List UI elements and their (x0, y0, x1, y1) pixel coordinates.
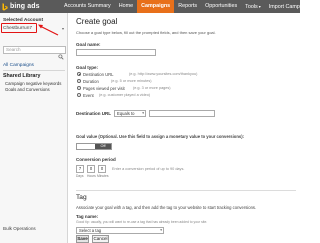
all-campaigns-link[interactable]: All Campaigns (3, 63, 34, 68)
minutes-caption: Minutes (97, 174, 109, 178)
tag-name-label: Tag name: (76, 214, 99, 219)
nav-reports[interactable]: Reports (174, 0, 201, 13)
search-placeholder: Search (6, 47, 21, 52)
conversion-period-label: Conversion period (76, 157, 116, 162)
conversion-period-hint: Enter a conversion period of up to 90 da… (112, 167, 185, 171)
nav-home[interactable]: Home (115, 0, 137, 13)
goal-type-duration-radio[interactable] (77, 79, 81, 83)
days-caption: Days (76, 174, 84, 178)
search-icon[interactable] (58, 47, 64, 60)
tag-select-value: Select a tag (79, 228, 102, 233)
destination-url-input[interactable] (149, 110, 215, 117)
sidebar-item-negative-keywords[interactable]: Campaign negative keywords (5, 81, 61, 86)
chevron-down-icon: ▾ (313, 4, 316, 9)
page-title: Create goal (76, 17, 118, 26)
main-content: Create goal Choose a goal type below, fi… (69, 13, 300, 243)
nav-campaigns[interactable]: Campaigns (137, 0, 175, 13)
tag-description: Associate your goal with a tag, and then… (76, 205, 257, 210)
nav-tools-label: Tools (245, 4, 258, 10)
goal-value-toggle[interactable]: Off (76, 143, 112, 150)
goal-value-label: Goal value (Optional. Use this field to … (76, 134, 245, 139)
goal-type-pages-radio[interactable] (77, 86, 81, 90)
bing-ads-logo[interactable]: bing ads (2, 2, 40, 11)
bulk-operations-link[interactable]: Bulk Operations (3, 226, 36, 231)
section-divider (76, 190, 296, 191)
intro-text: Choose a goal type below, fill out the p… (76, 30, 216, 35)
save-button[interactable]: Save (76, 235, 89, 243)
chevron-down-icon: ▾ (142, 111, 144, 115)
sidebar-item-goals-conversions[interactable]: Goals and Conversions (5, 87, 50, 92)
goal-type-duration-label: Duration (83, 78, 99, 84)
chevron-down-icon: ▾ (160, 228, 162, 232)
conversion-days-input[interactable]: 7 (76, 165, 84, 173)
toggle-off-label: Off (95, 144, 111, 149)
goal-type-duration-hint: (e.g. 5 or more minutes) (111, 79, 152, 83)
goal-type-event-radio[interactable] (77, 93, 81, 97)
goal-type-destination-hint: (e.g. http://www.yoursites.com/thankyou) (129, 72, 198, 76)
destination-match-select[interactable]: Equals to ▾ (114, 110, 146, 117)
goal-name-input[interactable] (76, 49, 156, 56)
conversion-hours-input[interactable]: 0 (87, 165, 95, 173)
goal-type-destination-radio[interactable] (77, 72, 81, 76)
cancel-button[interactable]: Cancel (92, 235, 109, 243)
nav-accounts-summary[interactable]: Accounts Summary (60, 0, 115, 13)
bing-logo-icon (2, 2, 8, 11)
goal-type-event-hint: (e.g. customer played a video) (99, 93, 151, 97)
search-input[interactable]: Search (3, 46, 66, 60)
goal-name-label: Goal name: (76, 42, 101, 47)
nav-opportunities[interactable]: Opportunities (201, 0, 241, 13)
chevron-down-icon: ▾ (258, 4, 261, 9)
top-navigation-bar: bing ads Accounts Summary Home Campaigns… (0, 0, 316, 13)
tag-select[interactable]: Select a tag ▾ (76, 227, 164, 234)
goal-type-destination-label: Destination URL (83, 71, 114, 77)
sidebar: Selected Account Chestburrun7 ▾ Search A… (0, 13, 68, 243)
destination-url-label: Destination URL (76, 111, 112, 116)
conversion-minutes-input[interactable]: 0 (98, 165, 106, 173)
sidebar-divider (3, 70, 65, 71)
nav-import-campaigns[interactable]: Import Campaigns▾ (265, 0, 320, 13)
tag-name-hint: Good tip: usually, you will want to re-u… (76, 220, 208, 224)
tag-section-title: Tag (76, 194, 87, 201)
goal-type-pages-hint: (e.g. 3 or more pages) (133, 86, 171, 90)
main-nav: Accounts Summary Home Campaigns Reports … (60, 0, 320, 13)
goal-type-pages-label: Pages viewed per visit (83, 85, 125, 91)
brand-name: bing ads (10, 3, 40, 10)
red-arrow-annotation (38, 24, 59, 36)
hours-caption: Hours (87, 174, 96, 178)
shared-library-title: Shared Library (3, 73, 41, 79)
nav-import-label: Import Campaigns (268, 4, 313, 10)
goal-type-event-label: Event (83, 92, 94, 98)
nav-tools[interactable]: Tools▾ (241, 0, 265, 13)
goal-type-label: Goal type: (76, 65, 99, 70)
destination-match-value: Equals to (117, 111, 135, 116)
